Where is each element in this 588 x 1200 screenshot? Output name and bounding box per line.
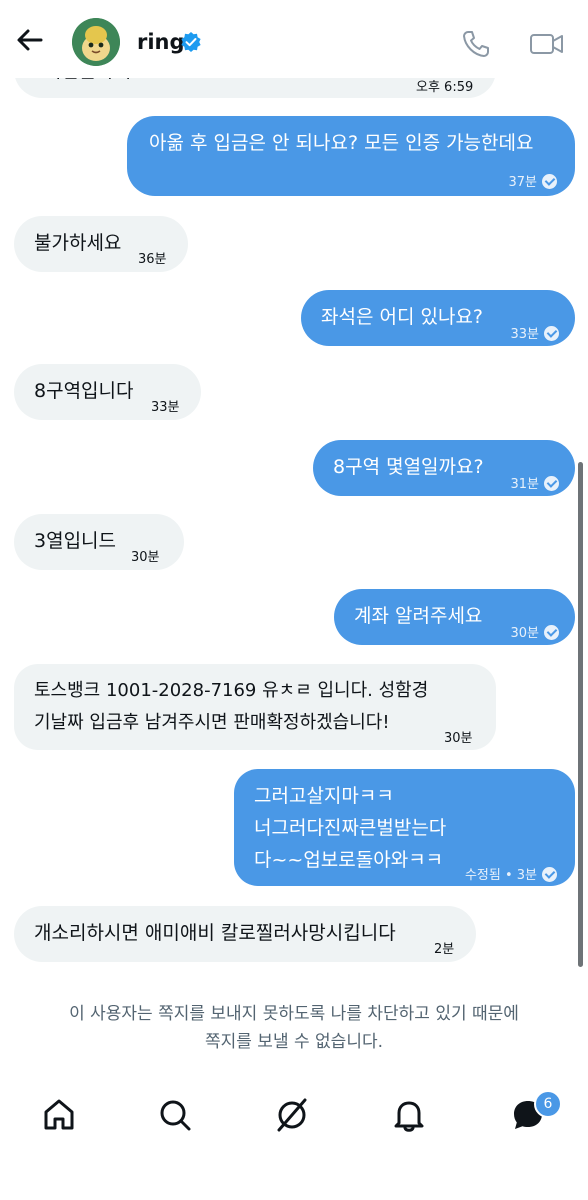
message-incoming[interactable]: 8구역입니다 33분 [14,364,201,420]
sent-check-icon [544,476,559,491]
video-camera-icon[interactable] [528,28,566,60]
bottom-navigation [0,1080,588,1150]
message-outgoing[interactable]: 계좌 알려주세요 30분 [334,589,575,645]
scrollbar[interactable] [578,462,583,967]
message-incoming[interactable]: 개소리하시면 애미애비 칼로찔러사망시킵니다 2분 [14,906,476,962]
message-text: 좌석은 어디 있나요? [321,306,484,328]
grok-icon[interactable] [272,1095,312,1135]
message-text: 그러고살지마ㅋㅋ [254,785,394,807]
message-text: 계좌 알려주세요 [354,605,483,627]
avatar[interactable] [72,18,120,66]
message-time: 30분 [444,731,473,746]
phone-icon[interactable] [460,28,492,60]
page-title[interactable]: ring [137,30,185,54]
message-time: 33분 [151,400,180,415]
message-text: 기날짜 입금후 남겨주시면 판매확정하겠습니다! [34,712,390,733]
bell-icon[interactable] [389,1095,429,1135]
message-text: 다~~업보로돌아와ㅋㅋ [254,849,444,871]
message-text: 너그러다진짜큰벌받는다 [254,817,447,839]
message-time: 30분 [131,550,160,565]
message-text: 8구역 몇열일까요? [333,456,484,478]
message-outgoing[interactable]: 그러고살지마ㅋㅋ 너그러다진짜큰벌받는다 다~~업보로돌아와ㅋㅋ 수정됨 • 3… [234,769,575,886]
message-incoming[interactable]: 불가하세요 36분 [14,216,188,272]
conversation: 이입금하기. 오후 6:59 아옮 후 입금은 안 되나요? 모든 인증 가능한… [0,0,588,980]
message-incoming[interactable]: 토스뱅크 1001-2028-7169 유ㅊㄹ 입니다. 성함경 기날짜 입금후… [14,664,496,750]
message-time: 36분 [138,252,167,267]
messages-badge: 6 [534,1090,562,1118]
sent-check-icon [542,867,557,882]
conversation-header: ring [0,0,588,78]
blocked-notice: 이 사용자는 쪽지를 보내지 못하도록 나를 차단하고 있기 때문에 쪽지를 보… [0,1000,588,1056]
message-outgoing[interactable]: 8구역 몇열일까요? 31분 [313,440,575,496]
message-time: 31분 [510,468,559,502]
message-time: 37분 [508,166,557,200]
message-text: 8구역입니다 [34,380,134,402]
message-time: 33분 [510,318,559,352]
message-outgoing[interactable]: 아옮 후 입금은 안 되나요? 모든 인증 가능한데요 37분 [127,116,575,196]
message-text: 3열입니드 [34,530,117,552]
verified-badge-icon [181,32,201,52]
message-time: 수정됨 • 3분 [465,859,557,893]
back-arrow-icon[interactable] [14,24,46,56]
message-text: 아옮 후 입금은 안 되나요? 모든 인증 가능한데요 [149,132,534,154]
sent-check-icon [544,326,559,341]
message-incoming[interactable]: 3열입니드 30분 [14,514,184,570]
message-time: 2분 [434,942,455,957]
message-text: 토스뱅크 1001-2028-7169 유ㅊㄹ 입니다. 성함경 [34,680,429,701]
home-icon[interactable] [39,1095,79,1135]
search-icon[interactable] [155,1095,195,1135]
sent-check-icon [542,174,557,189]
blocked-notice-line: 쪽지를 보낼 수 없습니다. [204,1032,383,1052]
sent-check-icon [544,625,559,640]
message-text: 개소리하시면 애미애비 칼로찔러사망시킵니다 [34,922,396,944]
message-outgoing[interactable]: 좌석은 어디 있나요? 33분 [301,290,575,346]
message-text: 불가하세요 [34,232,122,254]
avatar-image [72,18,120,66]
blocked-notice-line: 이 사용자는 쪽지를 보내지 못하도록 나를 차단하고 있기 때문에 [69,1004,519,1024]
message-time: 30분 [510,617,559,651]
